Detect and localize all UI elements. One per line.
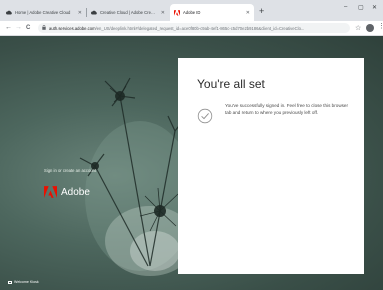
- close-icon[interactable]: ✕: [161, 10, 165, 16]
- checkmark-circle-icon: [197, 108, 213, 124]
- browser-toolbar: ← → C auth.services.adobe.com /en_US/dee…: [0, 21, 383, 36]
- forward-button[interactable]: →: [15, 23, 22, 33]
- close-icon[interactable]: ✕: [78, 10, 82, 16]
- tab-label: Home | Adobe Creative Cloud: [15, 10, 71, 15]
- adobe-brand: Adobe: [44, 186, 90, 198]
- brand-tagline: Sign in or create an account: [44, 168, 97, 173]
- creative-cloud-icon: [6, 10, 12, 16]
- menu-icon[interactable]: ⋮: [378, 23, 383, 31]
- adobe-icon: [174, 9, 180, 16]
- footer-text: Welcome Kiosk: [14, 280, 39, 284]
- new-tab-button[interactable]: +: [259, 6, 264, 16]
- card-message: You've successfully signed in. Feel free…: [225, 103, 349, 115]
- reload-button[interactable]: C: [26, 23, 30, 33]
- footer-label: Welcome Kiosk: [8, 280, 39, 284]
- tab-creative-cloud[interactable]: Creative Cloud | Adobe Creative ✕: [87, 4, 169, 21]
- tab-label: Adobe ID: [183, 10, 201, 15]
- brand-name: Adobe: [61, 186, 90, 198]
- url-host: auth.services.adobe.com: [49, 25, 96, 31]
- profile-avatar[interactable]: [366, 24, 374, 32]
- close-window-button[interactable]: ✕: [372, 4, 377, 11]
- creative-cloud-icon: [91, 10, 97, 16]
- address-bar[interactable]: auth.services.adobe.com /en_US/deeplink.…: [38, 23, 350, 33]
- confirmation-card: You're all set You've successfully signe…: [178, 58, 364, 274]
- back-button[interactable]: ←: [5, 23, 12, 33]
- minimize-button[interactable]: –: [344, 4, 347, 10]
- card-title: You're all set: [197, 77, 265, 91]
- tab-home-creative-cloud[interactable]: Home | Adobe Creative Cloud ✕: [2, 4, 86, 21]
- star-icon[interactable]: ☆: [355, 24, 361, 32]
- close-icon[interactable]: ✕: [246, 10, 250, 16]
- tab-label: Creative Cloud | Adobe Creative: [100, 10, 157, 15]
- tab-adobe-id[interactable]: Adobe ID ✕: [170, 4, 254, 21]
- lock-icon: [42, 24, 46, 32]
- kiosk-icon: [8, 280, 12, 284]
- maximize-button[interactable]: ▢: [358, 4, 364, 11]
- tab-strip: Home | Adobe Creative Cloud ✕ Creative C…: [0, 0, 383, 21]
- url-path: /en_US/deeplink.html#/delegated_request_…: [95, 25, 305, 31]
- adobe-logo-icon: [44, 186, 57, 198]
